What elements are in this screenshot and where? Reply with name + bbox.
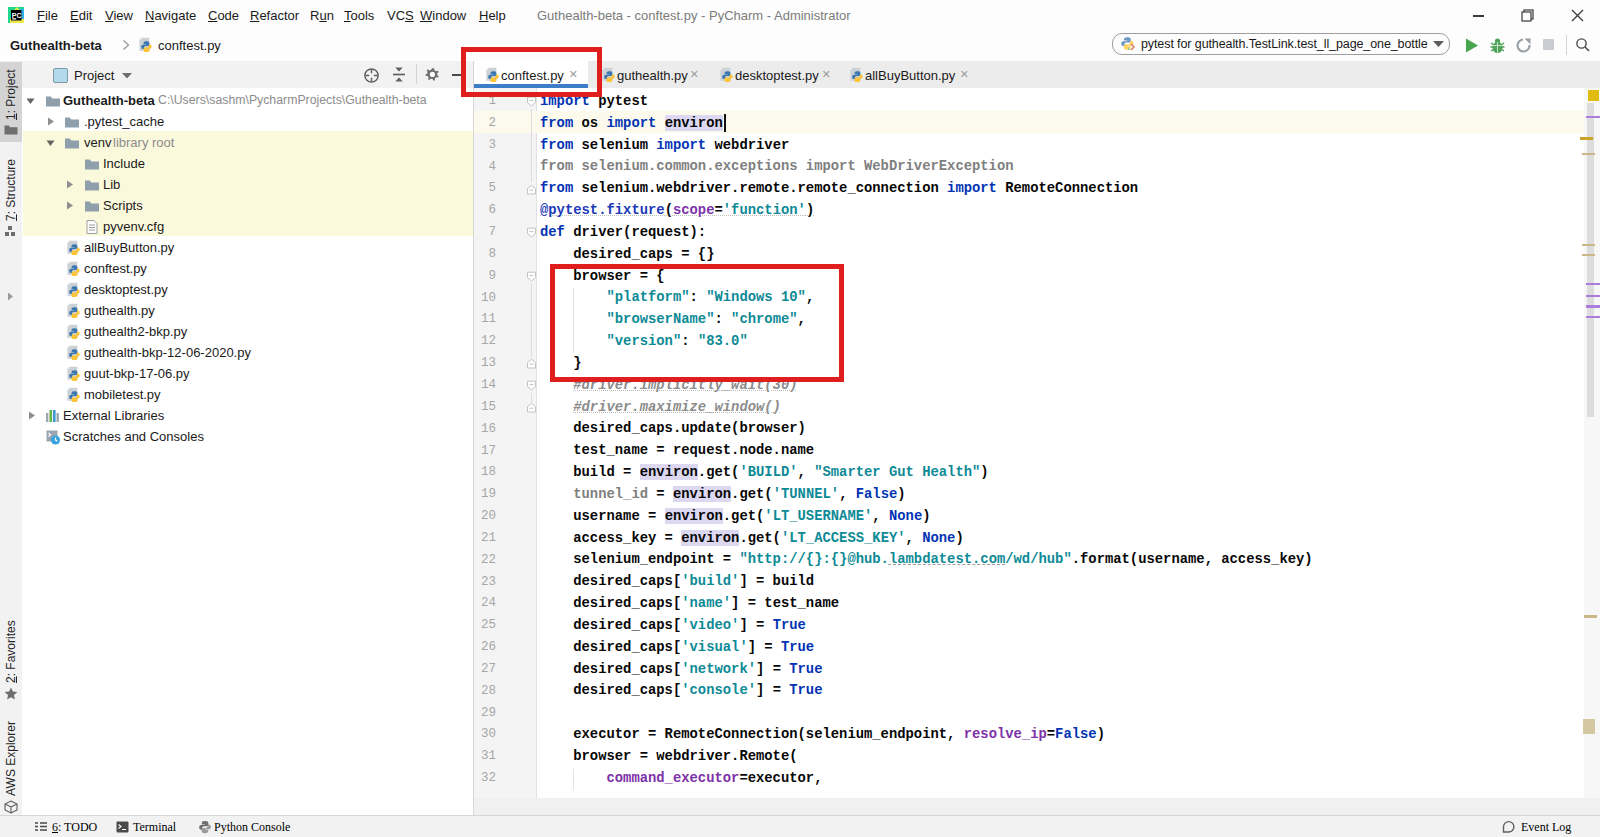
svg-text:PC: PC xyxy=(12,12,22,19)
